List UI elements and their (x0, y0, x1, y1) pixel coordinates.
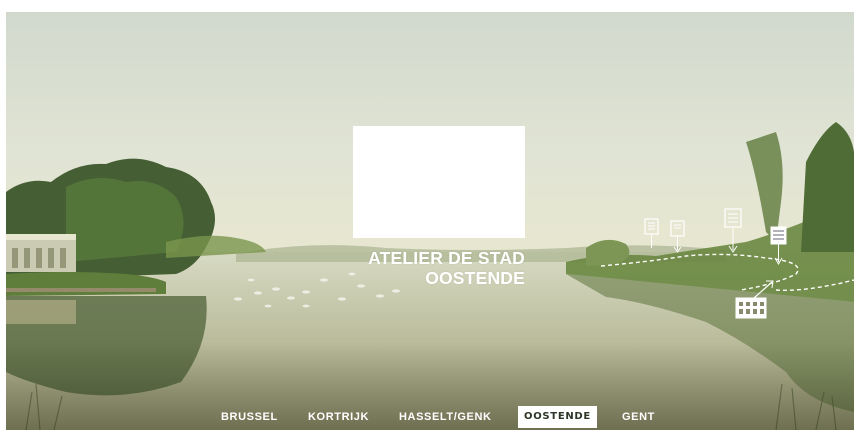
title-line-1: ATELIER DE STAD (368, 248, 525, 268)
document-icon (644, 218, 659, 248)
title-line-2: OOSTENDE (425, 268, 525, 288)
document-icon (670, 220, 685, 253)
nav-item-gent[interactable]: GENT (622, 406, 655, 428)
building-icon (735, 280, 774, 319)
newspaper-icon (770, 226, 787, 265)
nav-item-oostende[interactable]: OOSTENDE (518, 406, 597, 428)
document-icon (724, 208, 742, 253)
nav-item-hasselt-genk[interactable]: HASSELT/GENK (399, 406, 492, 428)
nav-item-brussel[interactable]: BRUSSEL (221, 406, 278, 428)
city-nav: BRUSSEL KORTRIJK HASSELT/GENK OOSTENDE G… (6, 405, 854, 430)
page-title: ATELIER DE STAD OOSTENDE (336, 248, 525, 288)
logo-box (353, 126, 525, 238)
page-frame: ATELIER DE STAD OOSTENDE BRUSSEL KORTRIJ… (6, 12, 854, 430)
nav-item-kortrijk[interactable]: KORTRIJK (308, 406, 369, 428)
